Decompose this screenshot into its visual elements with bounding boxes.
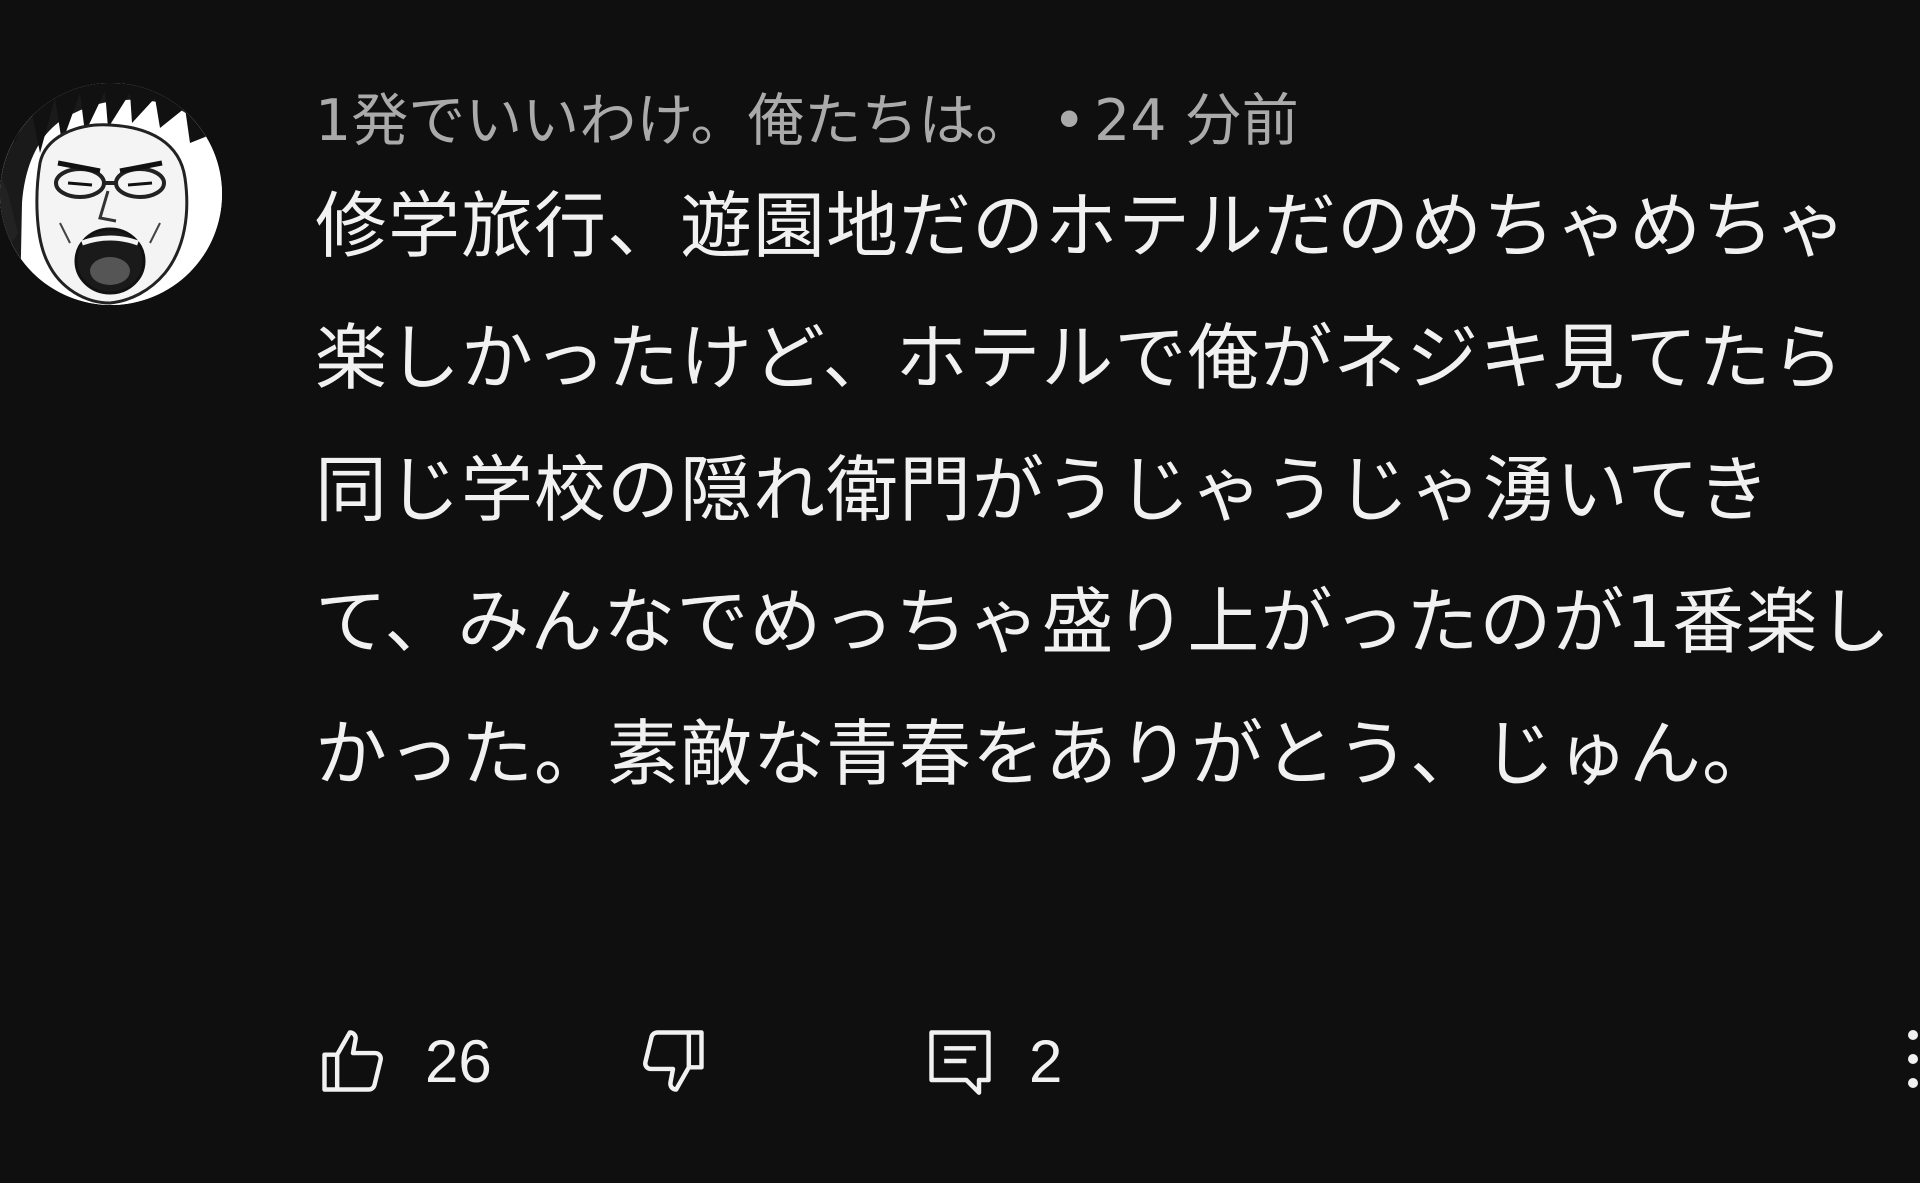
separator-dot: • bbox=[1052, 88, 1087, 154]
reply-button[interactable]: 2 bbox=[925, 1020, 1062, 1102]
comment-text: 修学旅行、遊園地だのホテルだのめちゃめちゃ楽しかったけど、ホテルで俺がネジキ見て… bbox=[315, 184, 1892, 796]
like-button[interactable]: 26 bbox=[315, 1020, 492, 1102]
comment-timestamp[interactable]: 24 分前 bbox=[1094, 88, 1299, 154]
author-name[interactable]: 1発でいいわけ。俺たちは。 bbox=[315, 88, 1032, 154]
more-dot bbox=[1908, 1078, 1918, 1088]
more-options-button[interactable] bbox=[1908, 1030, 1920, 1092]
manga-face-icon bbox=[0, 83, 222, 305]
reply-count: 2 bbox=[1029, 1027, 1063, 1095]
thumbs-up-icon bbox=[322, 1030, 383, 1092]
dislike-button[interactable] bbox=[635, 1020, 711, 1102]
comment-icon bbox=[929, 1030, 991, 1095]
more-dot bbox=[1908, 1054, 1918, 1064]
author-avatar[interactable] bbox=[0, 83, 222, 305]
comment-actions: 26 2 bbox=[315, 1020, 1920, 1102]
comment-thread: 1発でいいわけ。俺たちは。 • 24 分前 修学旅行、遊園地だのホテルだのめちゃめち… bbox=[0, 0, 1920, 1183]
like-count: 26 bbox=[425, 1027, 492, 1095]
more-dot bbox=[1908, 1030, 1918, 1040]
comment-header: 1発でいいわけ。俺たちは。 • 24 分前 bbox=[315, 88, 1299, 154]
thumbs-down-icon bbox=[643, 1030, 704, 1092]
